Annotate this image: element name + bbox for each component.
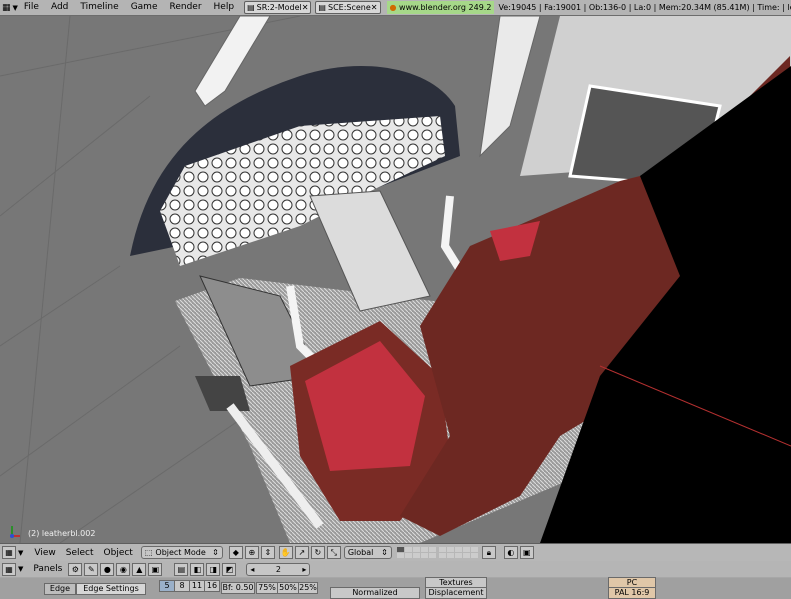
info-header: ▦ ▼ File Add Timeline Game Render Help ▤… [0, 0, 791, 16]
translate-icon[interactable]: ↗ [294, 546, 309, 559]
buttons-window: ▦ ▼ Panels ⚙ ✎ ● ◉ ▲ ▣ ▤ ◧ ◨ ◩ ◂ 2 ▸ Edg… [0, 561, 791, 599]
editor-type-icon[interactable]: ▦ [2, 562, 16, 576]
lock-icon[interactable]: 🔒︎ [481, 546, 496, 559]
panel-content: Edge Edge Settings 5 8 11 16 Bf: 0.50 75… [0, 577, 791, 599]
menu-select[interactable]: Select [61, 548, 99, 558]
scene-name: SCE:Scene [327, 3, 371, 12]
version-text: www.blender.org 249.2 [399, 3, 492, 12]
object-mode-icon: ⬚ [144, 548, 153, 557]
edge-tab[interactable]: Edge [44, 583, 76, 595]
scene-stats: Ve:19045 | Fa:19001 | Ob:136-0 | La:0 | … [498, 3, 791, 12]
scale-icon[interactable]: ⤡ [326, 546, 341, 559]
subdiv-8-button[interactable]: 8 [174, 580, 190, 592]
scene-icon: ▤ [318, 3, 326, 12]
rotate-icon[interactable]: ↻ [310, 546, 325, 559]
frame-value: 2 [275, 564, 281, 574]
subdiv-16-button[interactable]: 16 [204, 580, 220, 592]
menu-object[interactable]: Object [99, 548, 138, 558]
frame-stepper[interactable]: ◂ 2 ▸ [246, 562, 311, 576]
orientation-dropdown[interactable]: Global ⇕ [343, 546, 392, 559]
sound-icon[interactable]: ◨ [206, 562, 221, 576]
draw-type-icon[interactable]: ◆ [228, 546, 243, 559]
pivot-icon[interactable]: ⊕ [244, 546, 259, 559]
render-image-icon[interactable]: ▣ [519, 546, 534, 559]
screen-icon: ▤ [247, 3, 255, 12]
viewport-scene [0, 16, 791, 543]
screen-name: SR:2-Model [256, 3, 302, 12]
logic-icon[interactable]: ⚙ [68, 562, 83, 576]
displacement-button[interactable]: Displacement [425, 587, 487, 599]
bf-field[interactable]: Bf: 0.50 [221, 582, 255, 594]
menu-help[interactable]: Help [208, 0, 241, 15]
menu-render[interactable]: Render [163, 0, 207, 15]
world-icon[interactable]: ◩ [222, 562, 237, 576]
opengl-render-icon[interactable]: ◐ [503, 546, 518, 559]
chevron-down-icon: ⇕ [212, 548, 219, 557]
mode-dropdown[interactable]: ⬚ Object Mode ⇕ [140, 546, 223, 559]
edge-settings-tab[interactable]: Edge Settings [76, 583, 146, 595]
menu-add[interactable]: Add [45, 0, 74, 15]
shading-icon[interactable]: ● [100, 562, 115, 576]
layer-buttons[interactable] [396, 547, 478, 558]
window-type-icon[interactable]: ▦ [2, 2, 11, 13]
scene-icon[interactable]: ▣ [148, 562, 163, 576]
mode-label: Object Mode [155, 548, 206, 557]
3d-viewport[interactable] [0, 16, 791, 543]
manipulator-hand-icon[interactable]: ✋ [278, 546, 293, 559]
subdiv-11-button[interactable]: 11 [189, 580, 205, 592]
panels-menu[interactable]: Panels [33, 564, 62, 574]
pal-169-preset-button[interactable]: PAL 16:9 [608, 587, 656, 599]
blender-logo-url: ● www.blender.org 249.2 [386, 1, 495, 14]
buttons-header: ▦ ▼ Panels ⚙ ✎ ● ◉ ▲ ▣ ▤ ◧ ◨ ◩ ◂ 2 ▸ [0, 561, 791, 577]
arrow-right-icon[interactable]: ▸ [302, 564, 306, 575]
anim-icon[interactable]: ◧ [190, 562, 205, 576]
subdiv-5-button[interactable]: 5 [159, 580, 175, 592]
close-icon[interactable]: ✕ [371, 3, 378, 12]
3d-view-header: ▦ ▼ View Select Object ⬚ Object Mode ⇕ ◆… [0, 543, 791, 562]
close-icon[interactable]: ✕ [302, 3, 309, 12]
editor-type-icon[interactable]: ▦ [2, 546, 16, 559]
percent-50-button[interactable]: 50% [277, 582, 299, 594]
script-icon[interactable]: ✎ [84, 562, 99, 576]
scene-selector[interactable]: ▤ SCE:Scene ✕ [315, 1, 381, 14]
normalized-button[interactable]: Normalized [330, 587, 420, 599]
active-object-label: (2) leatherbl.002 [28, 529, 96, 538]
screen-selector[interactable]: ▤ SR:2-Model ✕ [244, 1, 312, 14]
percent-25-button[interactable]: 25% [298, 582, 318, 594]
percent-75-button[interactable]: 75% [256, 582, 278, 594]
orientation-label: Global [347, 548, 374, 557]
collapse-icon[interactable]: ▼ [18, 565, 23, 573]
collapse-icon[interactable]: ▼ [18, 549, 23, 557]
menu-game[interactable]: Game [125, 0, 164, 15]
menu-file[interactable]: File [18, 0, 45, 15]
blender-logo-icon: ● [389, 3, 397, 12]
render-icon[interactable]: ▤ [174, 562, 189, 576]
object-icon[interactable]: ◉ [116, 562, 131, 576]
menu-timeline[interactable]: Timeline [74, 0, 124, 15]
edit-icon[interactable]: ▲ [132, 562, 147, 576]
chevron-down-icon: ⇕ [381, 548, 388, 557]
pivot-dropdown-icon[interactable]: ⇕ [260, 546, 275, 559]
arrow-left-icon[interactable]: ◂ [250, 564, 254, 575]
menu-view[interactable]: View [29, 548, 60, 558]
